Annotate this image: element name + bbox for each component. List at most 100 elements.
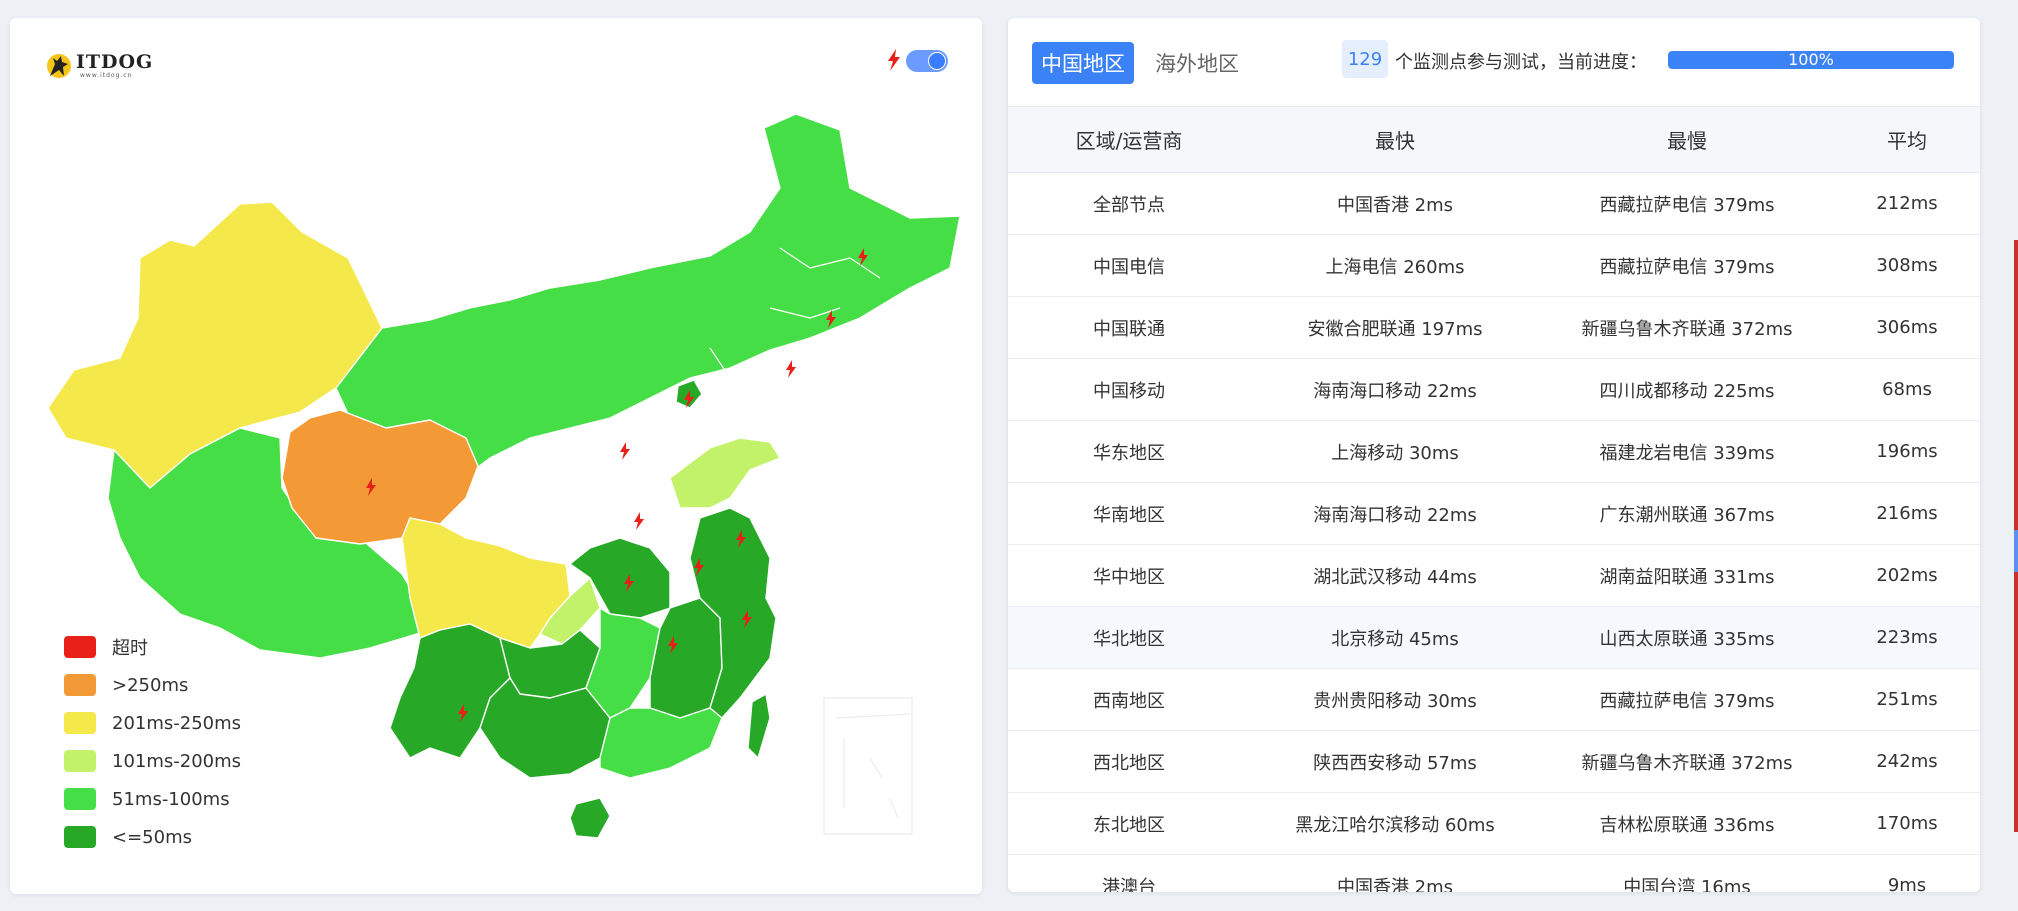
col-header-slowest[interactable]: 最慢 bbox=[1540, 106, 1834, 173]
legend-label: 超时 bbox=[112, 638, 148, 659]
progress-bar: 100% bbox=[1668, 51, 1954, 69]
cell-fastest: 中国香港 2ms bbox=[1250, 854, 1540, 892]
legend-label: 201ms-250ms bbox=[112, 712, 242, 734]
table-row[interactable]: 华东地区 上海移动 30ms 福建龙岩电信 339ms 196ms bbox=[1008, 420, 1980, 483]
cell-region: 港澳台 bbox=[1008, 854, 1250, 892]
cell-slowest: 山西太原联通 335ms bbox=[1540, 606, 1834, 669]
cell-average: 216ms bbox=[1834, 482, 1980, 545]
cell-average: 251ms bbox=[1834, 668, 1980, 731]
progress-label: 100% bbox=[1788, 51, 1834, 69]
legend-swatch bbox=[64, 826, 96, 848]
table-row[interactable]: 华中地区 湖北武汉移动 44ms 湖南益阳联通 331ms 202ms bbox=[1008, 544, 1980, 607]
cell-fastest: 黑龙江哈尔滨移动 60ms bbox=[1250, 792, 1540, 855]
cell-average: 308ms bbox=[1834, 234, 1980, 297]
region-shandong[interactable] bbox=[669, 437, 781, 509]
table-row-highlighted[interactable]: 华北地区 北京移动 45ms 山西太原联通 335ms 223ms bbox=[1008, 606, 1980, 669]
cell-fastest: 湖北武汉移动 44ms bbox=[1250, 544, 1540, 607]
cell-fastest: 安徽合肥联通 197ms bbox=[1250, 296, 1540, 359]
cell-slowest: 西藏拉萨电信 379ms bbox=[1540, 234, 1834, 297]
cell-average: 306ms bbox=[1834, 296, 1980, 359]
region-hunan[interactable] bbox=[585, 607, 661, 719]
cell-fastest: 海南海口移动 22ms bbox=[1250, 482, 1540, 545]
cell-slowest: 吉林松原联通 336ms bbox=[1540, 792, 1834, 855]
table-header-row: 区域/运营商 最快 最慢 平均 bbox=[1008, 106, 1980, 173]
cell-slowest: 福建龙岩电信 339ms bbox=[1540, 420, 1834, 483]
cell-average: 9ms bbox=[1834, 854, 1980, 892]
results-panel: 中国地区 海外地区 129 个监测点参与测试，当前进度： 100% 区域/运营商… bbox=[1008, 18, 1980, 892]
cell-region: 华北地区 bbox=[1008, 606, 1250, 669]
table-row[interactable]: 华南地区 海南海口移动 22ms 广东潮州联通 367ms 216ms bbox=[1008, 482, 1980, 545]
tab-overseas[interactable]: 海外地区 bbox=[1146, 42, 1248, 84]
cell-region: 华东地区 bbox=[1008, 420, 1250, 483]
legend-swatch bbox=[64, 788, 96, 810]
legend-label: <=50ms bbox=[112, 826, 192, 848]
cell-region: 中国电信 bbox=[1008, 234, 1250, 297]
probe-status-text: 个监测点参与测试，当前进度： bbox=[1395, 52, 1647, 73]
cell-slowest: 新疆乌鲁木齐联通 372ms bbox=[1540, 296, 1834, 359]
cell-fastest: 中国香港 2ms bbox=[1250, 172, 1540, 235]
table-row[interactable]: 港澳台 中国香港 2ms 中国台湾 16ms 9ms bbox=[1008, 854, 1980, 892]
cell-region: 西南地区 bbox=[1008, 668, 1250, 731]
legend-item[interactable]: <=50ms bbox=[64, 818, 241, 856]
cell-slowest: 四川成都移动 225ms bbox=[1540, 358, 1834, 421]
cell-fastest: 上海电信 260ms bbox=[1250, 234, 1540, 297]
tab-china[interactable]: 中国地区 bbox=[1032, 42, 1134, 84]
legend-item[interactable]: 201ms-250ms bbox=[64, 704, 241, 742]
cell-slowest: 广东潮州联通 367ms bbox=[1540, 482, 1834, 545]
cell-slowest: 西藏拉萨电信 379ms bbox=[1540, 172, 1834, 235]
legend-item[interactable]: >250ms bbox=[64, 666, 241, 704]
legend-label: 101ms-200ms bbox=[112, 750, 242, 772]
region-guangdong[interactable] bbox=[599, 707, 723, 779]
legend-label: >250ms bbox=[112, 674, 189, 696]
table-row[interactable]: 东北地区 黑龙江哈尔滨移动 60ms 吉林松原联通 336ms 170ms bbox=[1008, 792, 1980, 855]
cell-average: 68ms bbox=[1834, 358, 1980, 421]
region-tabs: 中国地区 海外地区 bbox=[1032, 42, 1260, 84]
probe-count: 129 bbox=[1342, 40, 1388, 78]
table-row[interactable]: 西北地区 陕西西安移动 57ms 新疆乌鲁木齐联通 372ms 242ms bbox=[1008, 730, 1980, 793]
region-qinghai[interactable] bbox=[281, 409, 479, 545]
cell-region: 中国移动 bbox=[1008, 358, 1250, 421]
col-header-average[interactable]: 平均 bbox=[1834, 106, 1980, 173]
edge-sliver bbox=[2014, 240, 2018, 530]
cell-average: 212ms bbox=[1834, 172, 1980, 235]
legend-swatch bbox=[64, 674, 96, 696]
legend-item[interactable]: 101ms-200ms bbox=[64, 742, 241, 780]
cell-fastest: 陕西西安移动 57ms bbox=[1250, 730, 1540, 793]
cell-region: 西北地区 bbox=[1008, 730, 1250, 793]
bolt-marker-icon bbox=[786, 360, 796, 378]
cell-region: 华中地区 bbox=[1008, 544, 1250, 607]
col-header-fastest[interactable]: 最快 bbox=[1250, 106, 1540, 173]
cell-region: 华南地区 bbox=[1008, 482, 1250, 545]
region-hainan[interactable] bbox=[569, 797, 611, 839]
col-header-region[interactable]: 区域/运营商 bbox=[1008, 106, 1250, 173]
cell-region: 中国联通 bbox=[1008, 296, 1250, 359]
region-taiwan[interactable] bbox=[747, 693, 771, 759]
legend-item[interactable]: 51ms-100ms bbox=[64, 780, 241, 818]
edge-sliver bbox=[2014, 530, 2018, 572]
legend-swatch bbox=[64, 712, 96, 734]
cell-fastest: 海南海口移动 22ms bbox=[1250, 358, 1540, 421]
table-row[interactable]: 中国联通 安徽合肥联通 197ms 新疆乌鲁木齐联通 372ms 306ms bbox=[1008, 296, 1980, 359]
bolt-marker-icon bbox=[634, 512, 644, 530]
table-row[interactable]: 西南地区 贵州贵阳移动 30ms 西藏拉萨电信 379ms 251ms bbox=[1008, 668, 1980, 731]
latency-legend: 超时 >250ms 201ms-250ms 101ms-200ms 51ms-1… bbox=[64, 628, 241, 856]
cell-average: 202ms bbox=[1834, 544, 1980, 607]
cell-average: 242ms bbox=[1834, 730, 1980, 793]
bolt-marker-icon bbox=[620, 442, 630, 460]
table-row[interactable]: 全部节点 中国香港 2ms 西藏拉萨电信 379ms 212ms bbox=[1008, 172, 1980, 235]
map-panel: ITDOG www.itdog.cn 超时 >250ms 201ms-250ms… bbox=[10, 18, 982, 894]
cell-region: 东北地区 bbox=[1008, 792, 1250, 855]
region-jiangxi[interactable] bbox=[649, 597, 723, 719]
cell-slowest: 西藏拉萨电信 379ms bbox=[1540, 668, 1834, 731]
legend-item[interactable]: 超时 bbox=[64, 628, 241, 666]
cell-average: 223ms bbox=[1834, 606, 1980, 669]
cell-fastest: 上海移动 30ms bbox=[1250, 420, 1540, 483]
legend-swatch bbox=[64, 750, 96, 772]
table-row[interactable]: 中国移动 海南海口移动 22ms 四川成都移动 225ms 68ms bbox=[1008, 358, 1980, 421]
cell-fastest: 贵州贵阳移动 30ms bbox=[1250, 668, 1540, 731]
cell-fastest: 北京移动 45ms bbox=[1250, 606, 1540, 669]
table-row[interactable]: 中国电信 上海电信 260ms 西藏拉萨电信 379ms 308ms bbox=[1008, 234, 1980, 297]
cell-slowest: 中国台湾 16ms bbox=[1540, 854, 1834, 892]
legend-label: 51ms-100ms bbox=[112, 788, 230, 810]
edge-sliver bbox=[2014, 572, 2018, 832]
